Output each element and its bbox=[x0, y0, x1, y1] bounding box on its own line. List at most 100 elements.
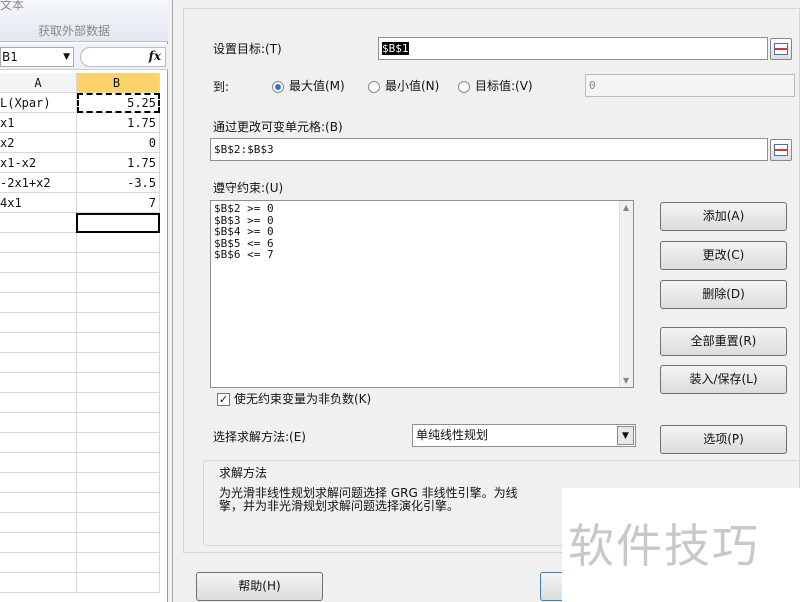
check-icon: ✓ bbox=[217, 393, 230, 406]
radio-icon bbox=[368, 80, 380, 93]
cell-a[interactable] bbox=[0, 493, 77, 513]
cell-b[interactable] bbox=[77, 333, 160, 353]
ribbon: 文本 获取外部数据 bbox=[0, 0, 168, 42]
constraints-list[interactable]: $B$2 >= 0 $B$3 >= 0 $B$4 >= 0 $B$5 <= 6 $B$6… bbox=[210, 200, 634, 388]
cell-a[interactable] bbox=[0, 253, 77, 273]
radio-min[interactable]: 最小值(N) bbox=[368, 77, 439, 94]
cell-b[interactable] bbox=[77, 433, 160, 453]
scroll-up-icon[interactable]: ▲ bbox=[623, 203, 629, 212]
cell-a[interactable] bbox=[0, 293, 77, 313]
scroll-down-icon[interactable]: ▼ bbox=[623, 376, 629, 385]
help-button[interactable]: 帮助(H) bbox=[196, 572, 323, 601]
cell-b[interactable]: 7 bbox=[77, 193, 160, 213]
range-picker-icon[interactable] bbox=[770, 38, 792, 60]
ribbon-group-label: 获取外部数据 bbox=[38, 24, 111, 38]
formula-bar: B1 ▼ fx bbox=[0, 44, 168, 70]
cell-a[interactable]: -2x1+x2 bbox=[0, 173, 77, 193]
cell-a[interactable] bbox=[0, 453, 77, 473]
formula-input[interactable]: fx bbox=[80, 47, 166, 67]
range-picker-icon[interactable] bbox=[770, 139, 792, 161]
chevron-down-icon[interactable]: ▼ bbox=[617, 426, 634, 445]
cell-a[interactable] bbox=[0, 233, 77, 253]
constraints-label: 遵守约束:(U) bbox=[213, 181, 284, 195]
cell-b[interactable] bbox=[77, 513, 160, 533]
cell-a[interactable] bbox=[0, 573, 77, 593]
constraint-item[interactable]: $B$6 <= 7 bbox=[214, 249, 630, 261]
cell-a[interactable] bbox=[0, 433, 77, 453]
options-button[interactable]: 选项(P) bbox=[660, 425, 787, 454]
nonnegative-checkbox[interactable]: ✓ 使无约束变量为非负数(K) bbox=[217, 390, 371, 407]
column-header-b[interactable]: B bbox=[77, 73, 160, 93]
add-button[interactable]: 添加(A) bbox=[660, 202, 787, 231]
cell-a[interactable]: x1-x2 bbox=[0, 153, 77, 173]
cell-a[interactable] bbox=[0, 333, 77, 353]
cell-b[interactable] bbox=[77, 353, 160, 373]
cell-b[interactable] bbox=[77, 393, 160, 413]
radio-label: 目标值:(V) bbox=[475, 79, 533, 93]
method-label: 选择求解方法:(E) bbox=[213, 430, 306, 444]
cell-b[interactable] bbox=[77, 473, 160, 493]
cell-a[interactable]: L(Xpar) bbox=[0, 93, 77, 113]
cell-b[interactable] bbox=[77, 273, 160, 293]
cell-a[interactable] bbox=[0, 413, 77, 433]
cell-a[interactable] bbox=[0, 473, 77, 493]
ribbon-text-item[interactable]: 文本 bbox=[0, 0, 24, 13]
target-value: $B$1 bbox=[382, 42, 409, 55]
scrollbar[interactable]: ▲ ▼ bbox=[619, 201, 633, 387]
cell-a[interactable] bbox=[0, 353, 77, 373]
cell-a[interactable] bbox=[0, 213, 77, 233]
cell-a[interactable]: x2 bbox=[0, 133, 77, 153]
target-input[interactable]: $B$1 bbox=[378, 37, 768, 60]
radio-icon bbox=[272, 80, 284, 93]
watermark: 软件技巧 bbox=[562, 488, 800, 602]
constraint-item[interactable]: $B$3 >= 0 bbox=[214, 214, 630, 227]
constraint-item[interactable]: $B$4 >= 0 bbox=[214, 226, 630, 238]
cell-a[interactable]: 4x1 bbox=[0, 193, 77, 213]
cell-b[interactable] bbox=[77, 373, 160, 393]
cell-a[interactable] bbox=[0, 533, 77, 553]
cell-b[interactable] bbox=[77, 453, 160, 473]
cell-b[interactable]: 1.75 bbox=[77, 153, 160, 173]
changing-cells-input[interactable]: $B$2:$B$3 bbox=[210, 138, 768, 161]
cell-b[interactable] bbox=[77, 413, 160, 433]
radio-label: 最大值(M) bbox=[289, 79, 345, 93]
cell-b[interactable] bbox=[77, 553, 160, 573]
constraint-item[interactable]: $B$5 <= 6 bbox=[214, 237, 630, 250]
cell-b[interactable] bbox=[77, 573, 160, 593]
cell-b[interactable]: 1.75 bbox=[77, 113, 160, 133]
cell-a[interactable] bbox=[0, 393, 77, 413]
group-title: 求解方法 bbox=[219, 466, 268, 480]
cell-b[interactable]: -3.5 bbox=[77, 173, 160, 193]
cell-b[interactable] bbox=[77, 233, 160, 253]
reset-all-button[interactable]: 全部重置(R) bbox=[660, 327, 787, 356]
change-button[interactable]: 更改(C) bbox=[660, 241, 787, 270]
name-box[interactable]: B1 ▼ bbox=[0, 47, 74, 67]
cell-b[interactable]: 5.25 bbox=[77, 93, 160, 113]
value-of-input[interactable]: 0 bbox=[585, 74, 795, 97]
radio-value-of[interactable]: 目标值:(V) bbox=[458, 77, 533, 94]
cell-b[interactable]: 0 bbox=[77, 133, 160, 153]
column-header-a[interactable]: A bbox=[0, 73, 77, 93]
chevron-down-icon[interactable]: ▼ bbox=[63, 48, 70, 66]
load-save-button[interactable]: 装入/保存(L) bbox=[660, 365, 787, 394]
delete-button[interactable]: 删除(D) bbox=[660, 280, 787, 309]
radio-max[interactable]: 最大值(M) bbox=[272, 77, 345, 94]
cell-a[interactable]: x1 bbox=[0, 113, 77, 133]
active-cell[interactable] bbox=[76, 213, 160, 233]
fx-icon[interactable]: fx bbox=[149, 49, 161, 63]
to-label: 到: bbox=[213, 80, 230, 94]
cell-a[interactable] bbox=[0, 313, 77, 333]
method-select[interactable]: 单纯线性规划 ▼ bbox=[412, 424, 636, 447]
cell-a[interactable] bbox=[0, 513, 77, 533]
cell-b[interactable] bbox=[77, 313, 160, 333]
description-line: 擎，并为非光滑规划求解问题选择演化引擎。 bbox=[219, 499, 460, 513]
cell-b[interactable] bbox=[77, 533, 160, 553]
cell-a[interactable] bbox=[0, 373, 77, 393]
cell-a[interactable] bbox=[0, 553, 77, 573]
cell-a[interactable] bbox=[0, 273, 77, 293]
cell-b[interactable] bbox=[77, 253, 160, 273]
method-value: 单纯线性规划 bbox=[416, 428, 489, 442]
constraint-item[interactable]: $B$2 >= 0 bbox=[214, 203, 630, 215]
cell-b[interactable] bbox=[77, 493, 160, 513]
cell-b[interactable] bbox=[77, 293, 160, 313]
